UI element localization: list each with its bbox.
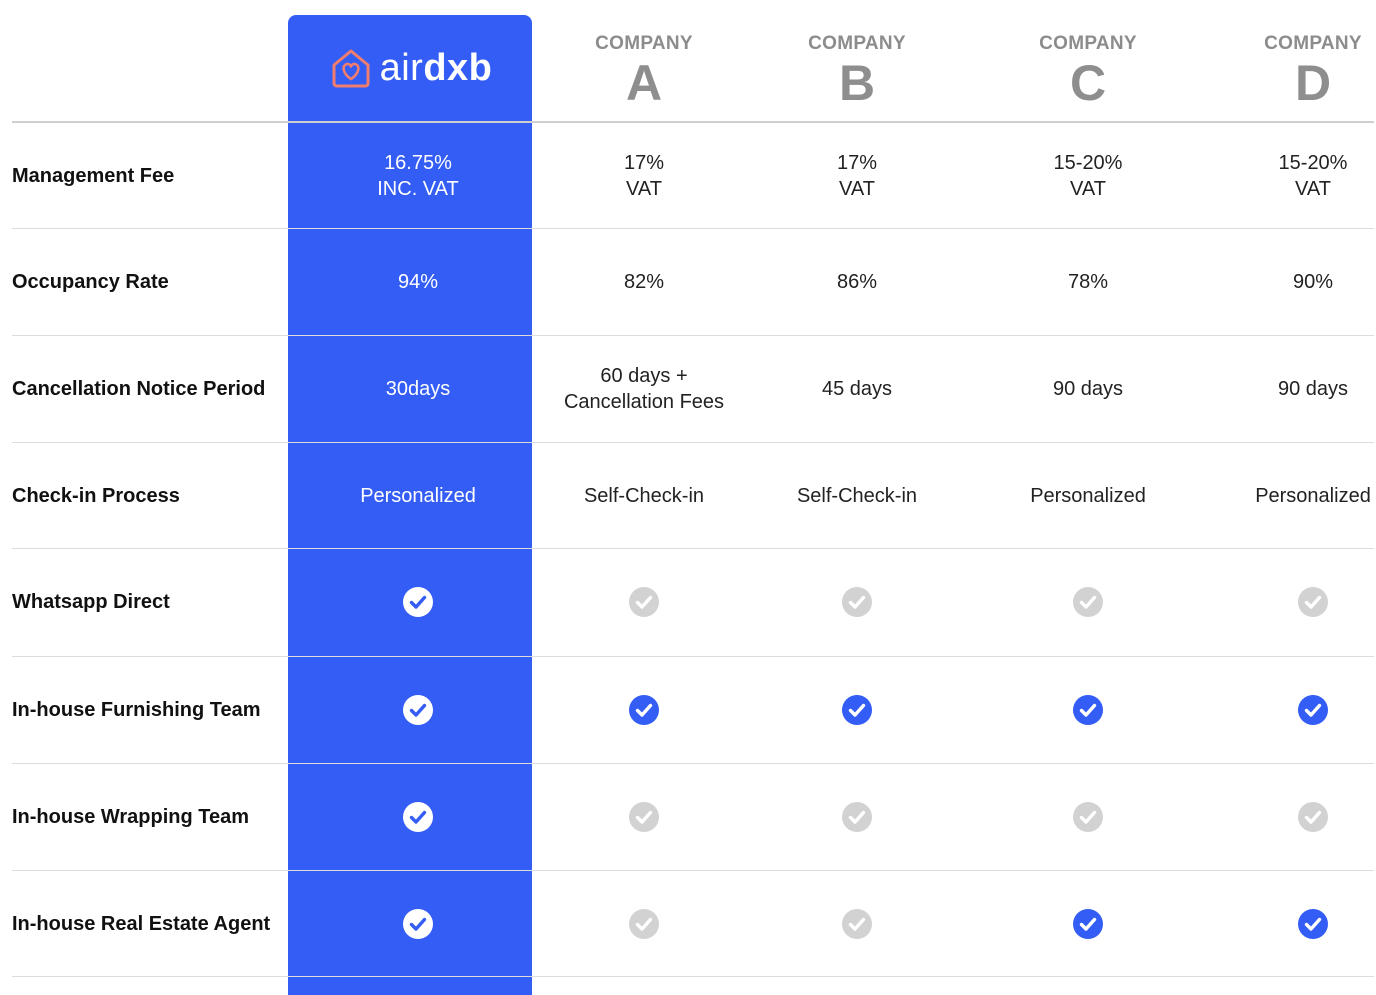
table-cell: 60 days + Cancellation Fees: [563, 365, 725, 413]
company-letter: A: [625, 55, 663, 111]
check-icon: [403, 802, 433, 832]
table-cell: 15-20% VAT: [1053, 152, 1123, 200]
table-cell: 16.75% INC. VAT: [377, 152, 459, 200]
company-letter: D: [1294, 55, 1332, 111]
company-word: COMPANY: [808, 33, 906, 54]
check-icon-inactive: [842, 587, 872, 617]
check-icon-inactive: [629, 802, 659, 832]
house-heart-icon: [332, 49, 370, 88]
row-label: In-house Furnishing Team: [12, 698, 261, 721]
check-icon: [403, 587, 433, 617]
check-icon-inactive: [1073, 802, 1103, 832]
logo-text-dxb: dxb: [423, 46, 493, 89]
company-a-header: COMPANY A: [544, 30, 744, 108]
check-icon: [1298, 695, 1328, 725]
check-icon-inactive: [629, 909, 659, 939]
table-cell: 45 days: [821, 378, 893, 400]
table-cell: 90 days: [1277, 378, 1349, 400]
company-letter: B: [838, 55, 876, 111]
table-cell: 94%: [397, 271, 439, 293]
company-word: COMPANY: [595, 33, 693, 54]
check-icon-inactive: [1298, 802, 1328, 832]
company-word: COMPANY: [1039, 33, 1137, 54]
company-c-header: COMPANY C: [988, 30, 1188, 108]
table-cell: 90%: [1292, 271, 1334, 293]
check-icon: [403, 909, 433, 939]
check-icon-inactive: [842, 909, 872, 939]
check-icon: [842, 695, 872, 725]
company-word: COMPANY: [1264, 33, 1362, 54]
row-label: Cancellation Notice Period: [12, 377, 266, 400]
table-cell: 90 days: [1052, 378, 1124, 400]
table-cell: 17% VAT: [623, 152, 665, 200]
check-icon: [1073, 695, 1103, 725]
table-cell: Personalized: [1255, 485, 1371, 507]
company-d-header: COMPANY D: [1213, 30, 1376, 108]
table-cell: 82%: [623, 271, 665, 293]
row-label: Check-in Process: [12, 484, 180, 507]
row-label: In-house Wrapping Team: [12, 805, 250, 828]
check-icon: [403, 695, 433, 725]
check-icon: [1298, 909, 1328, 939]
check-icon-inactive: [1073, 587, 1103, 617]
table-cell: 15-20% VAT: [1278, 152, 1348, 200]
check-icon: [629, 695, 659, 725]
check-icon-inactive: [629, 587, 659, 617]
check-icon-inactive: [842, 802, 872, 832]
company-b-header: COMPANY B: [757, 30, 957, 108]
check-icon-inactive: [1298, 587, 1328, 617]
row-label: Occupancy Rate: [12, 270, 169, 293]
table-cell: 30days: [385, 378, 451, 400]
table-cell: Self-Check-in: [796, 485, 918, 507]
table-cell: 17% VAT: [836, 152, 878, 200]
table-cell: Personalized: [360, 485, 476, 507]
airdxb-logo: airdxb: [288, 15, 532, 121]
company-letter: C: [1069, 55, 1107, 111]
check-icon: [1073, 909, 1103, 939]
table-cell: Personalized: [1030, 485, 1146, 507]
row-label: Whatsapp Direct: [12, 590, 170, 613]
table-cell: 78%: [1067, 271, 1109, 293]
table-cell: 86%: [836, 271, 878, 293]
row-label: In-house Real Estate Agent: [12, 912, 271, 935]
row-label: Management Fee: [12, 164, 175, 187]
logo-text-air: air: [379, 46, 424, 89]
table-cell: Self-Check-in: [583, 485, 705, 507]
